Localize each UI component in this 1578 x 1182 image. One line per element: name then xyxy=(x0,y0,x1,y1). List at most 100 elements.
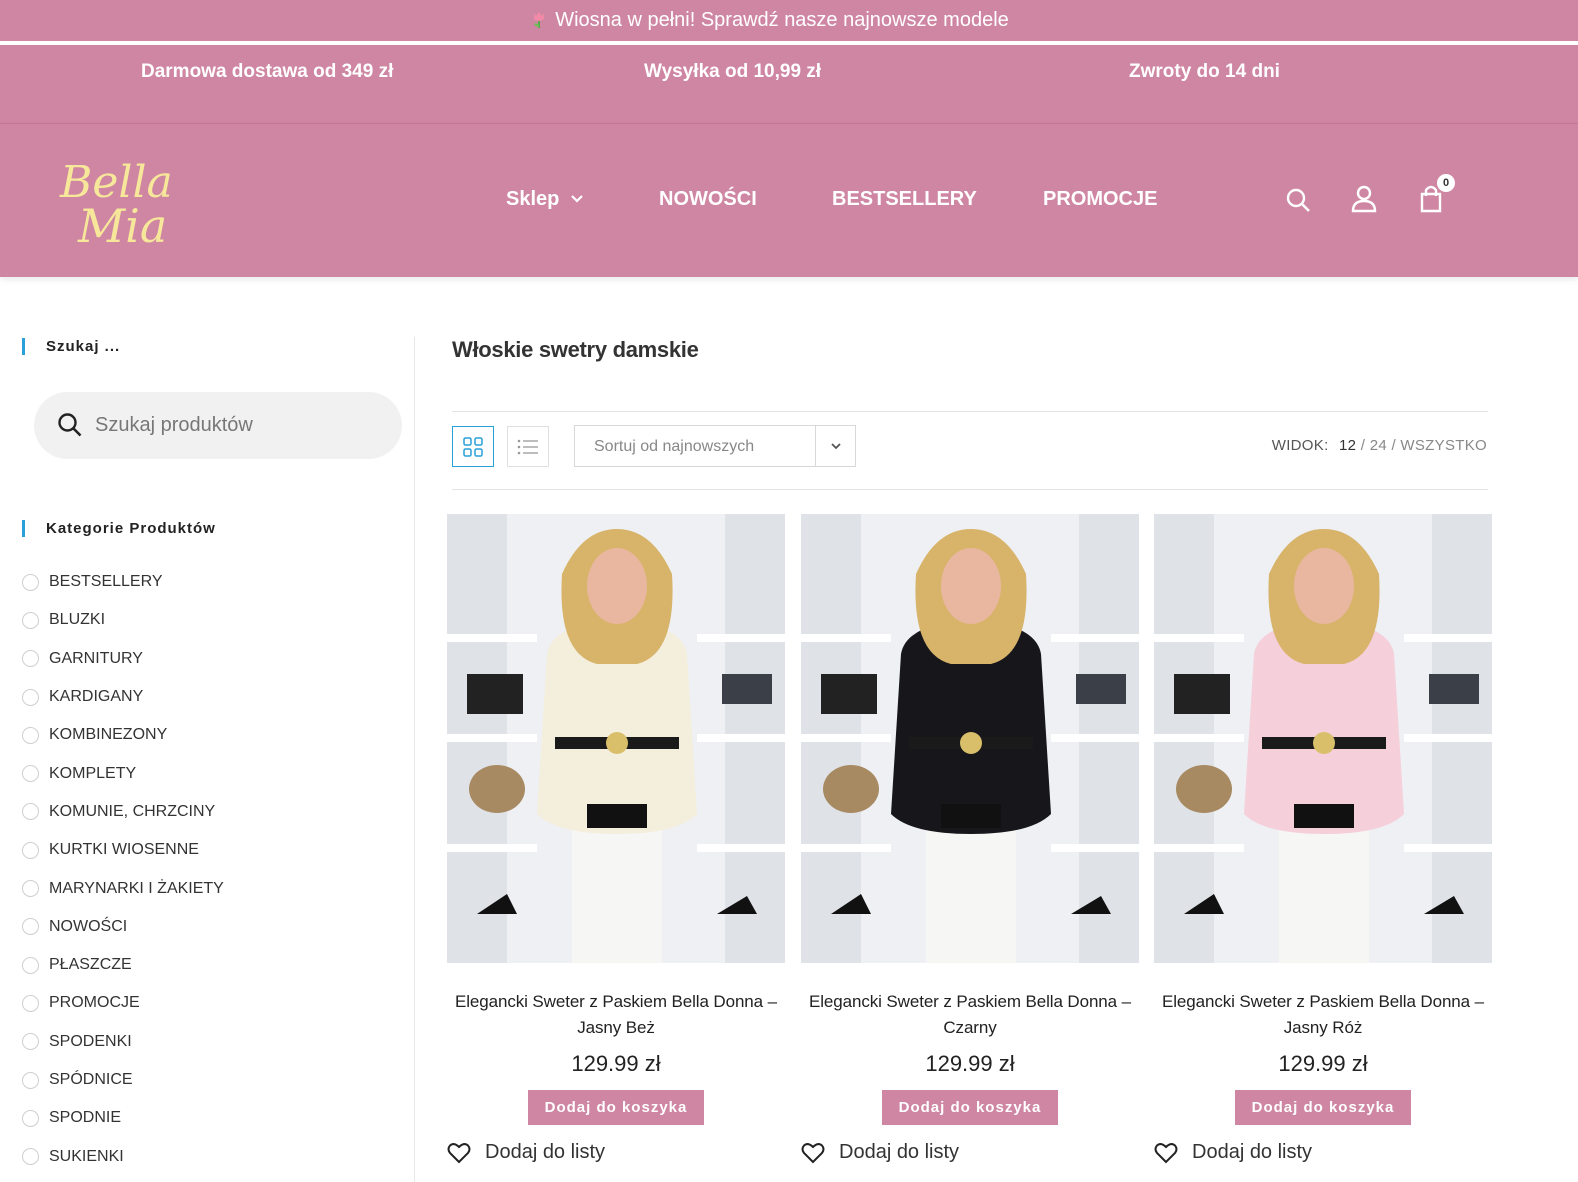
nav-nowosci[interactable]: NOWOŚCI xyxy=(659,188,757,211)
product-name[interactable]: Elegancki Sweter z Paskiem Bella Donna –… xyxy=(447,989,785,1041)
radio-icon[interactable] xyxy=(22,650,39,668)
promo-text: Wiosna w pełni! Sprawdź nasze najnowsze … xyxy=(555,9,1009,31)
product-card: Elegancki Sweter z Paskiem Bella Donna –… xyxy=(801,514,1139,1163)
info-bar: Darmowa dostawa od 349 zł Wysyłka od 10,… xyxy=(0,45,1578,123)
add-to-cart-button[interactable]: Dodaj do koszyka xyxy=(882,1090,1058,1125)
nav-promocje[interactable]: PROMOCJE xyxy=(1043,188,1157,211)
sort-value: Sortuj od najnowszych xyxy=(594,438,755,455)
product-image-link[interactable] xyxy=(801,514,1139,963)
product-image-link[interactable] xyxy=(447,514,785,963)
category-item[interactable]: GARNITURY xyxy=(22,640,224,678)
product-image xyxy=(801,514,1139,963)
category-list: BESTSELLERY BLUZKI GARNITURY KARDIGANY KOMBI… xyxy=(22,563,224,1176)
category-label: GARNITURY xyxy=(49,649,143,667)
free-shipping-info: Darmowa dostawa od 349 zł xyxy=(141,61,394,82)
list-icon xyxy=(517,439,538,454)
radio-icon[interactable] xyxy=(22,1109,39,1127)
sort-dropdown-toggle[interactable] xyxy=(815,426,855,466)
category-label: KOMPLETY xyxy=(49,764,137,782)
category-item[interactable]: NOWOŚCI xyxy=(22,908,224,946)
category-item[interactable]: BLUZKI xyxy=(22,601,224,639)
promo-bar: Wiosna w pełni! Sprawdź nasze najnowsze … xyxy=(0,0,1578,43)
radio-icon[interactable] xyxy=(22,994,39,1012)
radio-icon[interactable] xyxy=(22,918,39,936)
radio-icon[interactable] xyxy=(22,726,39,744)
wishlist-label: Dodaj do listy xyxy=(485,1141,606,1163)
add-to-cart-button[interactable]: Dodaj do koszyka xyxy=(1235,1090,1411,1125)
radio-icon[interactable] xyxy=(22,1148,39,1166)
wishlist-label: Dodaj do listy xyxy=(839,1141,960,1163)
wishlist-label: Dodaj do listy xyxy=(1192,1141,1313,1163)
category-label: NOWOŚCI xyxy=(49,917,128,935)
add-to-cart-button[interactable]: Dodaj do koszyka xyxy=(528,1090,704,1125)
product-name[interactable]: Elegancki Sweter z Paskiem Bella Donna –… xyxy=(1154,989,1492,1041)
sidebar-divider xyxy=(414,337,415,1182)
svg-text:Mia: Mia xyxy=(77,199,167,253)
category-item[interactable]: KOMBINEZONY xyxy=(22,716,224,754)
category-label: KOMUNIE, CHRZCINY xyxy=(49,802,216,820)
products-per-page: WIDOK: 12 / 24 / WSZYSTKO xyxy=(1271,437,1487,454)
add-to-wishlist[interactable]: Dodaj do listy xyxy=(801,1141,959,1164)
category-item[interactable]: PROMOCJE xyxy=(22,984,224,1022)
category-item[interactable]: BESTSELLERY xyxy=(22,563,224,601)
divider xyxy=(452,489,1488,490)
product-image-link[interactable] xyxy=(1154,514,1492,963)
heart-icon xyxy=(447,1142,471,1163)
category-item[interactable]: SPÓDNICE xyxy=(22,1061,224,1099)
add-to-wishlist[interactable]: Dodaj do listy xyxy=(447,1141,605,1164)
category-item[interactable]: KARDIGANY xyxy=(22,678,224,716)
category-item[interactable]: KOMPLETY xyxy=(22,754,224,792)
search-input[interactable] xyxy=(95,404,385,447)
product-search[interactable] xyxy=(34,392,402,459)
category-label: KURTKI WIOSENNE xyxy=(49,841,199,859)
nav-bestsellery[interactable]: BESTSELLERY xyxy=(832,188,977,211)
category-label: SPODNIE xyxy=(49,1109,122,1127)
radio-icon[interactable] xyxy=(22,1033,39,1051)
categories-widget-title: Kategorie Produktów xyxy=(22,520,216,537)
category-item[interactable]: PŁASZCZE xyxy=(22,946,224,984)
product-card: Elegancki Sweter z Paskiem Bella Donna –… xyxy=(447,514,785,1163)
radio-icon[interactable] xyxy=(22,803,39,821)
radio-icon[interactable] xyxy=(22,841,39,859)
radio-icon[interactable] xyxy=(22,1071,39,1089)
search-widget-title: Szukaj ... xyxy=(22,338,120,355)
page-title: Włoskie swetry damskie xyxy=(452,337,699,362)
category-item[interactable]: SPODENKI xyxy=(22,1023,224,1061)
radio-icon[interactable] xyxy=(22,573,39,591)
radio-icon[interactable] xyxy=(22,956,39,974)
product-image xyxy=(1154,514,1492,963)
list-view-button[interactable] xyxy=(507,426,549,467)
category-label: BLUZKI xyxy=(49,611,106,629)
radio-icon[interactable] xyxy=(22,765,39,783)
product-name[interactable]: Elegancki Sweter z Paskiem Bella Donna –… xyxy=(801,989,1139,1041)
account-icon[interactable] xyxy=(1349,184,1379,214)
per-page-all[interactable]: WSZYSTKO xyxy=(1400,437,1487,454)
returns-info: Zwroty do 14 dni xyxy=(1129,61,1280,82)
add-to-wishlist[interactable]: Dodaj do listy xyxy=(1154,1141,1312,1164)
nav-sklep[interactable]: Sklep xyxy=(506,188,584,211)
category-item[interactable]: SPODNIE xyxy=(22,1099,224,1137)
category-label: PŁASZCZE xyxy=(49,956,132,974)
search-icon[interactable] xyxy=(1284,184,1314,214)
bella-mia-logo[interactable]: Bella Mia xyxy=(52,142,182,257)
radio-icon[interactable] xyxy=(22,880,39,898)
sort-select[interactable]: Sortuj od najnowszych xyxy=(574,425,856,467)
radio-icon[interactable] xyxy=(22,611,39,629)
category-item[interactable]: SUKIENKI xyxy=(22,1137,224,1175)
heart-icon xyxy=(801,1142,825,1163)
search-icon[interactable] xyxy=(57,412,83,438)
product-price: 129.99 zł xyxy=(925,1051,1015,1076)
grid-view-button[interactable] xyxy=(452,426,494,467)
radio-icon[interactable] xyxy=(22,688,39,706)
category-label: PROMOCJE xyxy=(49,994,140,1012)
category-item[interactable]: MARYNARKI I ŻAKIETY xyxy=(22,869,224,907)
per-page-24[interactable]: 24 xyxy=(1370,437,1387,454)
category-item[interactable]: KURTKI WIOSENNE xyxy=(22,831,224,869)
per-page-12[interactable]: 12 xyxy=(1339,437,1356,454)
category-item[interactable]: KOMUNIE, CHRZCINY xyxy=(22,793,224,831)
divider xyxy=(452,411,1488,412)
category-label: BESTSELLERY xyxy=(49,573,163,591)
category-label: SPODENKI xyxy=(49,1032,132,1050)
tulip-icon xyxy=(534,12,545,28)
widok-label: WIDOK: xyxy=(1271,437,1329,454)
